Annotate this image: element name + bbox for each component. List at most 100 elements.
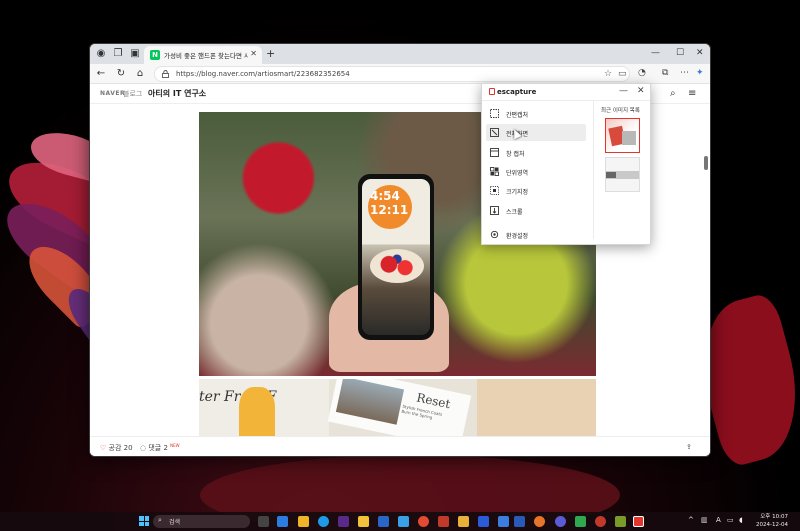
menu-label: 스크롤: [506, 209, 523, 216]
clock-date: 2024-12-04: [756, 522, 788, 528]
collections-icon[interactable]: ⧉: [662, 68, 668, 78]
more-menu-icon[interactable]: ⋯: [680, 68, 689, 78]
network-icon[interactable]: ▭: [727, 516, 734, 524]
new-tab-button[interactable]: +: [266, 47, 275, 60]
magazine-figure: [239, 387, 275, 436]
copilot-icon[interactable]: ✦: [696, 68, 704, 78]
task-view-icon[interactable]: [258, 516, 269, 527]
escapture-logo-icon: [489, 88, 495, 95]
fruit-bowl-shape: [370, 249, 424, 283]
escapture-close-button[interactable]: ✕: [637, 86, 645, 96]
lock-icon: [162, 70, 169, 78]
app-icon[interactable]: [398, 516, 409, 527]
simple-capture-icon: [490, 109, 499, 118]
blog-label[interactable]: 블로그: [123, 89, 142, 99]
refresh-button[interactable]: ↻: [115, 68, 127, 79]
word-icon[interactable]: [514, 516, 525, 527]
tray-expand-icon[interactable]: ^: [688, 516, 694, 524]
menu-simple-capture[interactable]: 간편캡처: [486, 105, 586, 122]
favorite-star-icon[interactable]: ☆: [604, 69, 612, 79]
fullscreen-icon: [490, 128, 499, 137]
workspaces-icon[interactable]: ❐: [111, 47, 125, 61]
escapture-column-divider: [593, 101, 594, 239]
taskbar-clock[interactable]: 오후 10:07 2024-12-04: [756, 513, 788, 529]
browser-toolbar: ← ↻ ⌂ https://blog.naver.com/artiosmart/…: [90, 64, 710, 84]
comment-icon: ◌: [140, 444, 147, 452]
tab-strip: ◉ ❐ ▣ N 가성비 좋은 핸드폰 찾는다면 사 ✕ + — ☐ ✕: [90, 44, 710, 64]
menu-settings[interactable]: 환경설정: [486, 226, 586, 243]
chrome-icon[interactable]: [418, 516, 429, 527]
app-icon[interactable]: [575, 516, 586, 527]
lockscreen-time: 4:54: [370, 189, 400, 203]
heart-icon: ♡: [100, 444, 107, 452]
blog-name[interactable]: 아티의 IT 연구소: [148, 88, 206, 99]
menu-label: 간편캡처: [506, 112, 529, 119]
app-icon[interactable]: [378, 516, 389, 527]
widgets-icon[interactable]: [277, 516, 288, 527]
browser-essentials-icon[interactable]: ◔: [638, 68, 646, 78]
magazine-left-page: ter From F: [199, 379, 329, 436]
tray-app-icon[interactable]: ▥: [701, 516, 708, 524]
phone-body: 4:54 12:11: [358, 174, 434, 340]
new-badge: NEW: [170, 443, 180, 448]
escapture-minimize-button[interactable]: —: [619, 86, 628, 96]
windows-start-icon[interactable]: [139, 516, 149, 526]
thumbnail-content: [606, 172, 616, 178]
app-icon[interactable]: [338, 516, 349, 527]
hamburger-menu-icon[interactable]: ≡: [688, 88, 696, 99]
close-window-button[interactable]: ✕: [696, 48, 704, 58]
blog-photo-magazine: ter From F Reset Stylish French Coats Bu…: [199, 379, 596, 436]
edge-icon[interactable]: [318, 516, 329, 527]
maximize-button[interactable]: ☐: [676, 48, 684, 58]
app-icon[interactable]: [298, 516, 309, 527]
like-button[interactable]: ♡ 공감 20: [100, 443, 133, 453]
menu-label: 크기지정: [506, 189, 529, 196]
profile-avatar-icon[interactable]: ◉: [94, 47, 108, 61]
address-bar[interactable]: https://blog.naver.com/artiosmart/223682…: [154, 66, 630, 82]
menu-unit-area[interactable]: 단위영역: [486, 163, 586, 180]
file-explorer-icon[interactable]: [358, 516, 369, 527]
input-language[interactable]: A: [716, 516, 721, 524]
thumbnail-content: [622, 131, 636, 145]
firefox-icon[interactable]: [534, 516, 545, 527]
extension-icon[interactable]: ▭: [618, 69, 627, 79]
app-icon[interactable]: [458, 516, 469, 527]
escapture-taskbar-icon[interactable]: [633, 516, 644, 527]
menu-label: 환경설정: [506, 233, 529, 240]
app-icon[interactable]: [438, 516, 449, 527]
menu-label: 단위영역: [506, 170, 529, 177]
home-button[interactable]: ⌂: [134, 68, 146, 79]
app-icon[interactable]: [615, 516, 626, 527]
menu-size-specify[interactable]: 크기지정: [486, 182, 586, 199]
size-specify-icon: [490, 186, 499, 195]
naver-logo[interactable]: NAVER: [100, 90, 125, 97]
app-icon[interactable]: [555, 516, 566, 527]
app-icon[interactable]: [595, 516, 606, 527]
lockscreen-time-secondary: 12:11: [370, 203, 409, 217]
search-icon[interactable]: ⌕: [670, 88, 676, 99]
magazine-photo: [335, 379, 405, 425]
taskbar-search[interactable]: ⌕ 검색: [153, 515, 250, 528]
menu-fullscreen[interactable]: 전체화면: [486, 124, 586, 141]
page-scrollbar[interactable]: [704, 156, 708, 170]
minimize-button[interactable]: —: [651, 48, 660, 58]
tab-close-icon[interactable]: ✕: [250, 49, 257, 58]
recent-image-thumbnail[interactable]: [605, 157, 640, 192]
app-icon[interactable]: [498, 516, 509, 527]
browser-tab[interactable]: N 가성비 좋은 핸드폰 찾는다면 사 ✕: [144, 46, 262, 64]
escapture-window: escapture — ✕ 간편캡처 전체화면 창 캡처 단위영역 크기지정 스…: [481, 83, 651, 245]
menu-scroll[interactable]: 스크롤: [486, 202, 586, 219]
comment-button[interactable]: ◌ 댓글 2 NEW: [140, 443, 180, 453]
app-icon[interactable]: [478, 516, 489, 527]
comment-count: 댓글 2: [148, 444, 168, 452]
tab-actions-icon[interactable]: ▣: [128, 47, 142, 61]
volume-icon[interactable]: ◖: [739, 516, 743, 524]
magazine-right-backdrop: [477, 379, 596, 436]
unit-area-icon: [490, 167, 499, 176]
back-button[interactable]: ←: [95, 68, 107, 79]
gear-icon: [490, 230, 499, 239]
menu-label: 창 캡처: [506, 151, 525, 158]
recent-image-thumbnail[interactable]: [605, 118, 640, 153]
menu-window-capture[interactable]: 창 캡처: [486, 144, 586, 161]
share-icon[interactable]: ⇪: [686, 443, 692, 451]
